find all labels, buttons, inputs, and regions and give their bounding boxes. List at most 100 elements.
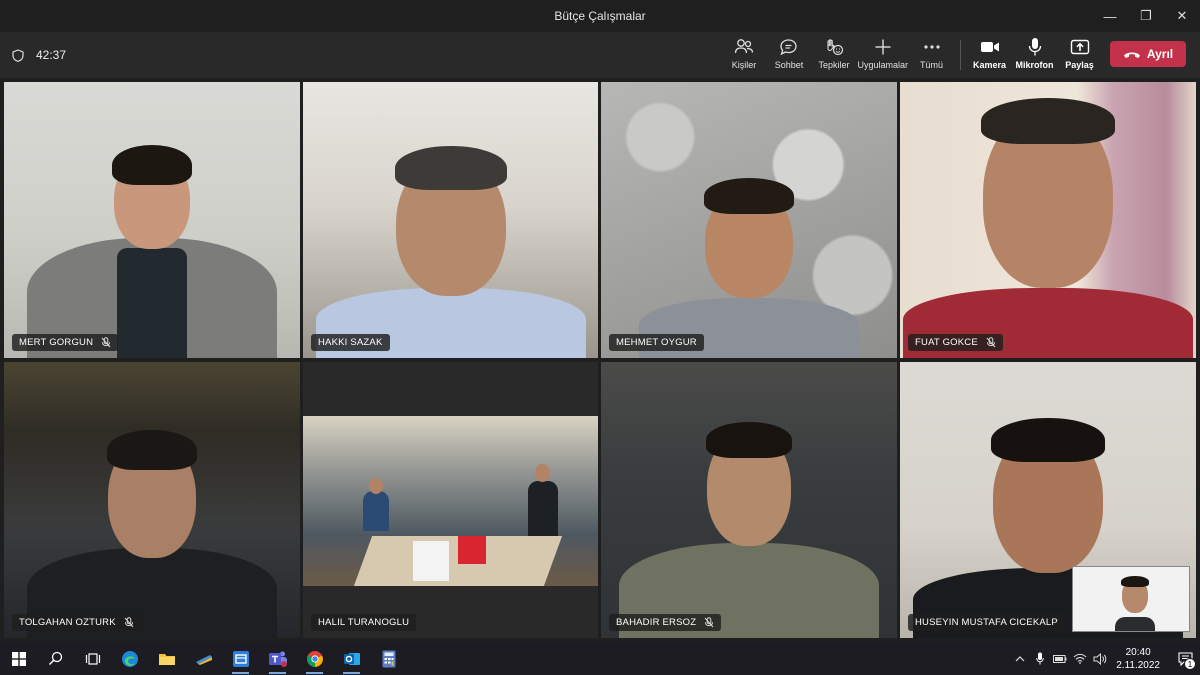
clock-time: 20:40 — [1125, 646, 1151, 658]
reactions-icon — [827, 39, 844, 56]
microphone-muted-icon — [704, 617, 714, 628]
video-grid: MERT GORGUN HAKKI SAZAK MEHMET OYGUR FUA… — [0, 78, 1200, 642]
participant-tile[interactable]: BAHADIR ERSOZ — [601, 362, 897, 638]
participant-name: BAHADIR ERSOZ — [616, 617, 697, 628]
microphone-icon — [1028, 38, 1041, 56]
apps-button[interactable]: Uygulamalar — [857, 36, 908, 70]
participant-name: MERT GORGUN — [19, 337, 94, 348]
share-button[interactable]: Paylaş — [1058, 36, 1101, 70]
chat-icon — [780, 39, 798, 56]
participant-name: HALIL TURANOGLU — [318, 617, 410, 628]
participant-nametag: HAKKI SAZAK — [311, 334, 390, 351]
more-icon — [923, 45, 940, 49]
notification-count-badge: 1 — [1184, 658, 1196, 670]
participant-tile[interactable]: HALIL TURANOGLU — [303, 362, 598, 638]
more-button[interactable]: Tümü — [910, 36, 953, 70]
leave-button[interactable]: Ayrıl — [1110, 41, 1186, 67]
participant-tile[interactable]: FUAT GOKCE — [900, 82, 1196, 358]
reactions-button[interactable]: Tepkiler — [812, 36, 855, 70]
people-icon — [734, 39, 754, 54]
taskbar-chrome[interactable] — [296, 642, 333, 675]
reactions-label: Tepkiler — [818, 60, 850, 70]
edge-icon — [121, 650, 138, 667]
battery-icon — [1053, 654, 1067, 663]
wifi-icon — [1073, 653, 1087, 664]
taskbar-calculator[interactable] — [370, 642, 407, 675]
tray-volume-button[interactable] — [1090, 642, 1110, 675]
participant-tile[interactable]: HAKKI SAZAK — [303, 82, 598, 358]
tray-battery-button[interactable] — [1050, 642, 1070, 675]
participant-tile-active-speaker[interactable]: HUSEYIN MUSTAFA CICEKALP — [900, 362, 1196, 638]
participant-tile[interactable]: MEHMET OYGUR — [601, 82, 897, 358]
taskbar-search-button[interactable] — [37, 642, 74, 675]
camera-icon — [980, 42, 999, 52]
taskbar-file-explorer[interactable] — [148, 642, 185, 675]
clock-date: 2.11.2022 — [1116, 659, 1160, 671]
tray-microphone-button[interactable] — [1030, 642, 1050, 675]
action-center-button[interactable]: 1 — [1170, 642, 1200, 675]
microphone-button[interactable]: Mikrofon — [1013, 36, 1056, 70]
app-icon — [232, 650, 249, 667]
start-button[interactable] — [0, 642, 37, 675]
file-explorer-icon — [158, 654, 175, 665]
participant-video — [903, 88, 1193, 358]
shield-icon — [12, 48, 24, 62]
taskbar-app[interactable] — [185, 642, 222, 675]
speaker-icon — [1093, 652, 1107, 665]
taskbar-app[interactable] — [222, 642, 259, 675]
microphone-icon — [1036, 652, 1044, 665]
meeting-timer-text: 42:37 — [36, 48, 67, 62]
participant-tile[interactable]: TOLGAHAN OZTURK — [4, 362, 300, 638]
participant-video — [614, 408, 884, 638]
participant-tile[interactable]: MERT GORGUN — [4, 82, 300, 358]
self-view-preview[interactable] — [1072, 566, 1190, 632]
more-label: Tümü — [919, 60, 943, 70]
chat-button[interactable]: Sohbet — [767, 36, 810, 70]
tray-wifi-button[interactable] — [1070, 642, 1090, 675]
windows-taskbar: 20:40 2.11.2022 1 — [0, 642, 1200, 675]
minimize-button[interactable]: — — [1092, 0, 1128, 32]
participant-nametag: MEHMET OYGUR — [609, 334, 704, 351]
window-title: Bütçe Çalışmalar — [554, 9, 646, 23]
window-controls: — ❐ ✕ — [1092, 0, 1200, 32]
taskbar-teams[interactable] — [259, 642, 296, 675]
teams-icon — [268, 651, 287, 667]
tray-overflow-button[interactable] — [1010, 642, 1030, 675]
participant-name: TOLGAHAN OZTURK — [19, 617, 116, 628]
participant-name: HAKKI SAZAK — [318, 337, 383, 348]
taskbar-edge[interactable] — [111, 642, 148, 675]
meeting-tools: Kişiler Sohbet Tepkiler Uygulamalar Tümü… — [721, 36, 1186, 70]
participant-video — [22, 113, 282, 358]
hang-up-icon — [1123, 52, 1140, 58]
apps-label: Uygulamalar — [857, 60, 908, 70]
window-titlebar: Bütçe Çalışmalar — ❐ ✕ — [0, 0, 1200, 32]
calculator-icon — [382, 650, 395, 667]
participant-video — [303, 416, 598, 586]
microphone-muted-icon — [986, 337, 996, 348]
microphone-label: Mikrofon — [1015, 60, 1054, 70]
camera-button[interactable]: Kamera — [968, 36, 1011, 70]
participant-name: HUSEYIN MUSTAFA CICEKALP — [915, 617, 1058, 628]
people-button[interactable]: Kişiler — [722, 36, 765, 70]
share-label: Paylaş — [1065, 60, 1094, 70]
share-icon — [1070, 39, 1089, 54]
microphone-muted-icon — [101, 337, 111, 348]
app-icon — [195, 654, 212, 665]
chevron-up-icon — [1015, 655, 1025, 661]
participant-nametag: HALIL TURANOGLU — [311, 614, 417, 631]
taskbar-outlook[interactable] — [333, 642, 370, 675]
microphone-muted-icon — [124, 617, 134, 628]
taskbar-clock[interactable]: 20:40 2.11.2022 — [1116, 646, 1160, 672]
close-button[interactable]: ✕ — [1164, 0, 1200, 32]
windows-start-icon — [11, 651, 26, 666]
task-view-button[interactable] — [74, 642, 111, 675]
search-icon — [48, 651, 63, 666]
participant-nametag: HUSEYIN MUSTAFA CICEKALP — [908, 614, 1065, 631]
participant-name: MEHMET OYGUR — [616, 337, 697, 348]
participant-video — [22, 418, 282, 638]
participant-nametag: BAHADIR ERSOZ — [609, 614, 722, 631]
maximize-button[interactable]: ❐ — [1128, 0, 1164, 32]
meeting-timer: 42:37 — [12, 48, 66, 62]
meeting-toolbar: 42:37 Kişiler Sohbet Tepkiler Uygulamala… — [0, 32, 1200, 78]
camera-label: Kamera — [972, 60, 1007, 70]
